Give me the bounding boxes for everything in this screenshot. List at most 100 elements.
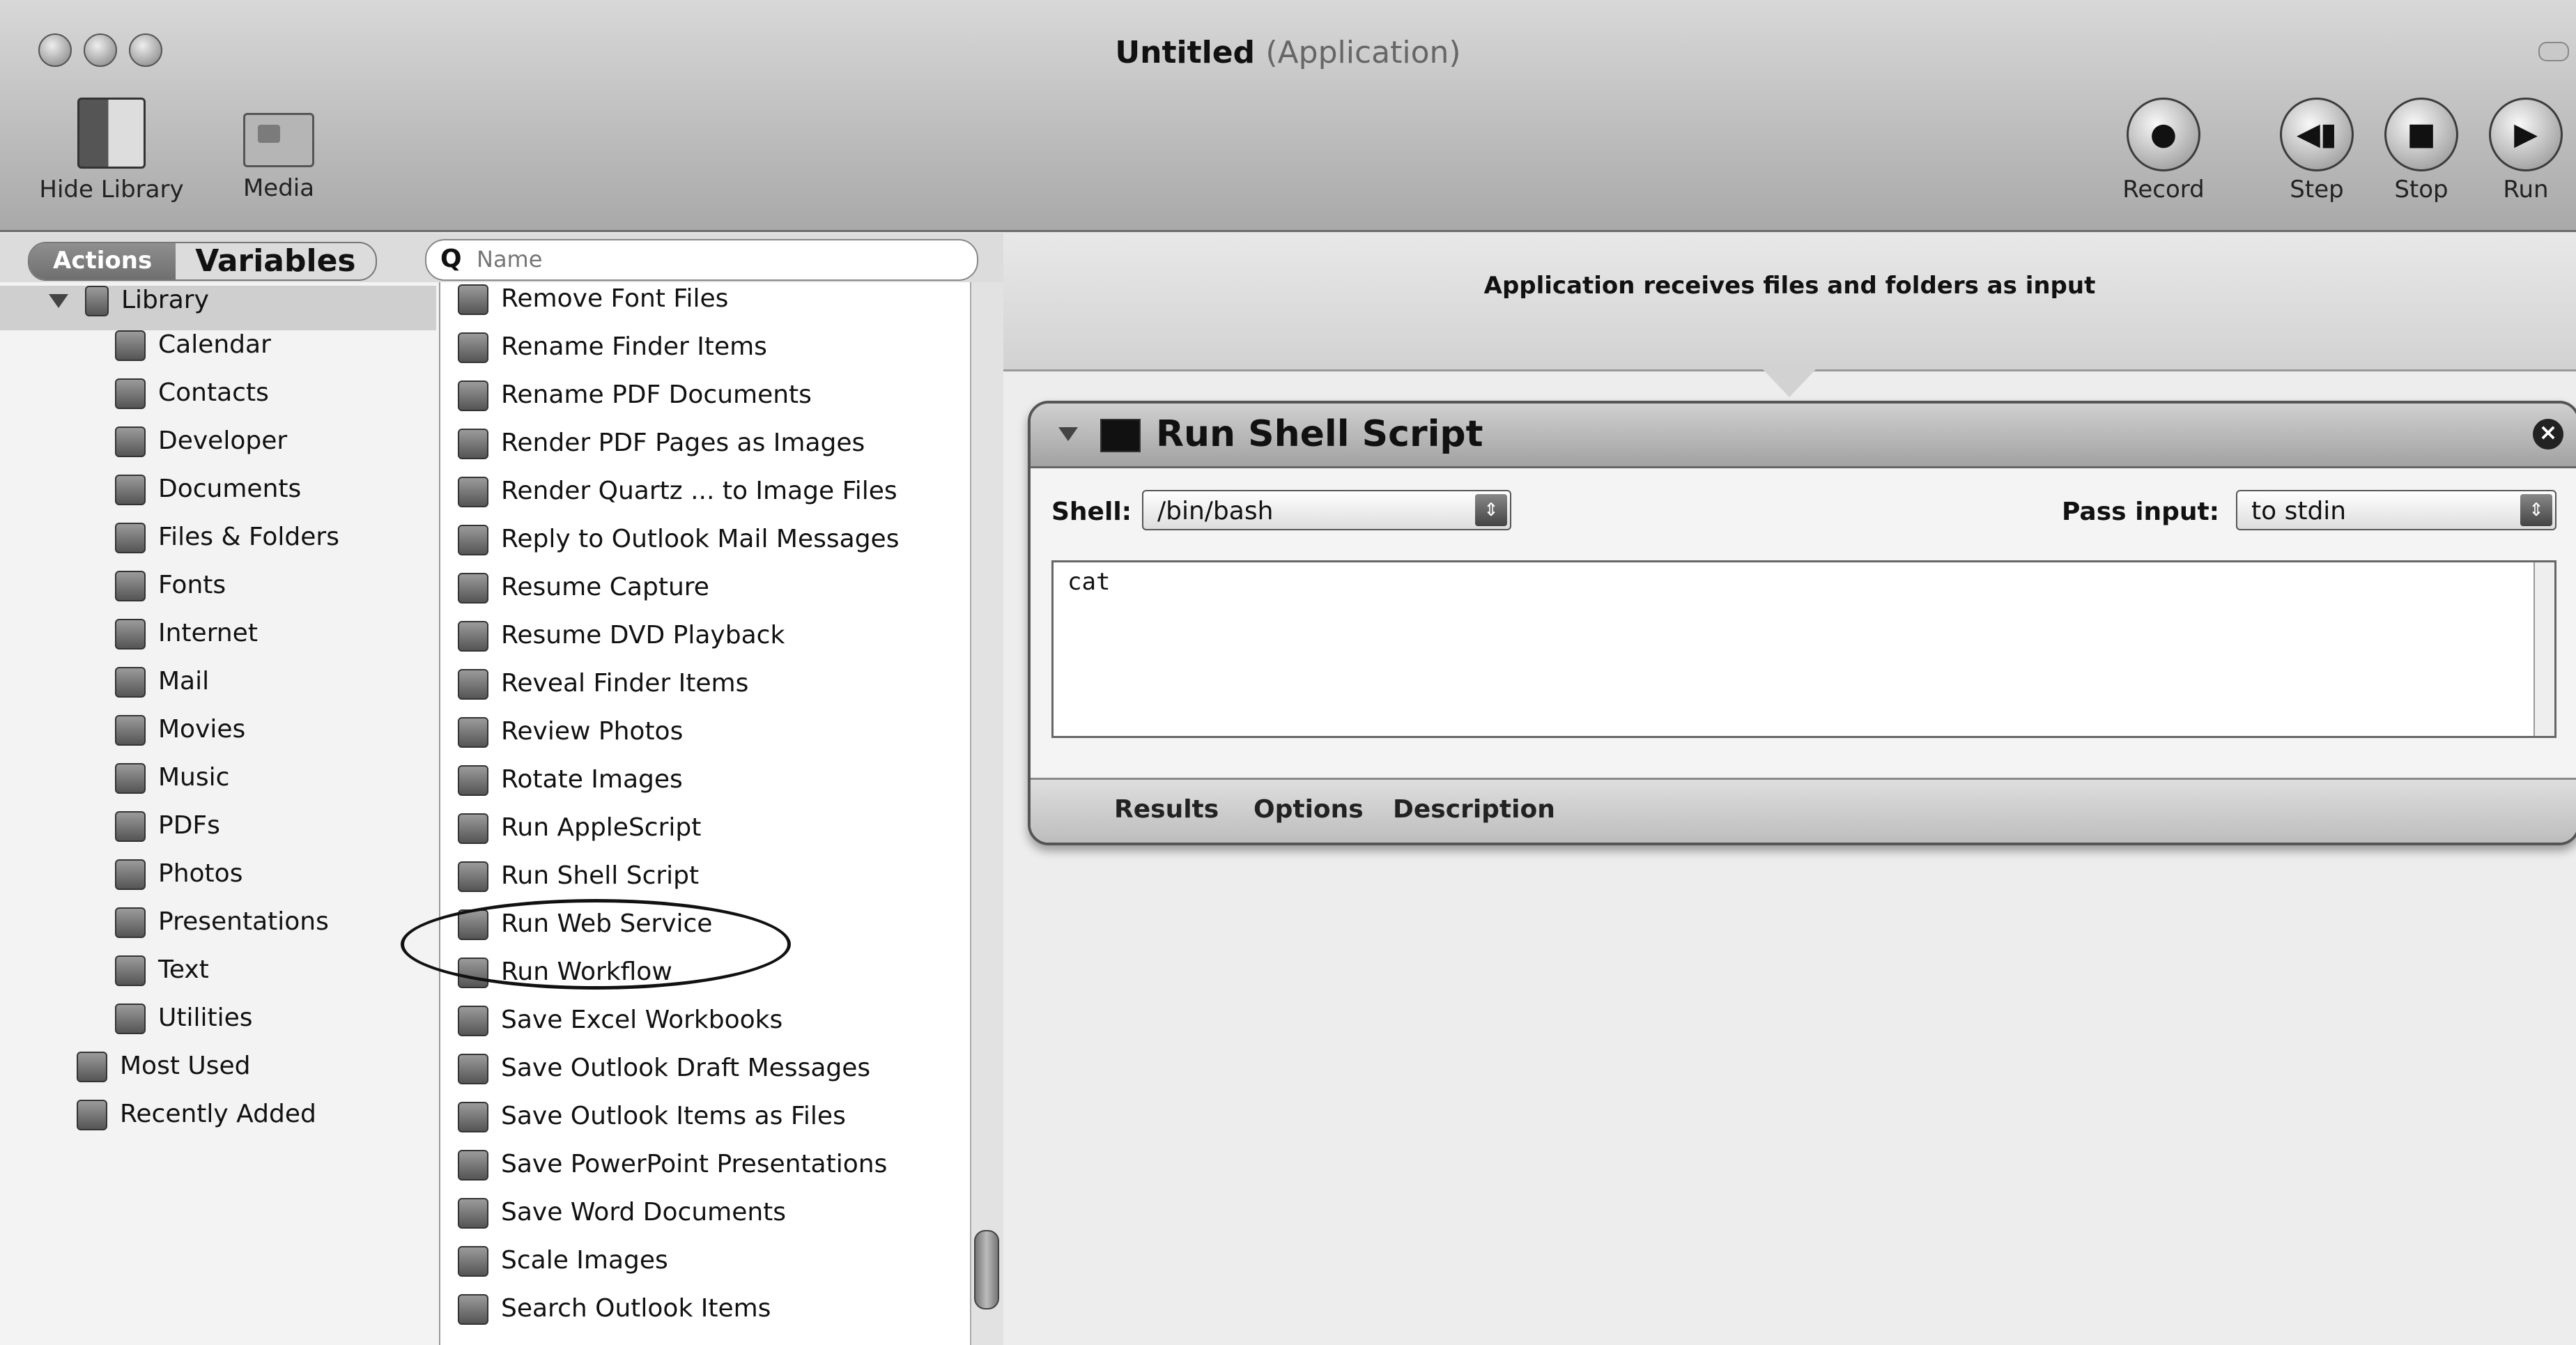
close-icon[interactable]: ×: [2533, 419, 2563, 449]
disclosure-triangle-icon[interactable]: [49, 294, 68, 308]
presentations-icon: [115, 907, 146, 938]
stop-button[interactable]: ■ Stop: [2376, 98, 2467, 203]
scale-images-icon: [458, 1246, 488, 1277]
search-field[interactable]: Q: [425, 239, 978, 281]
toolbar-toggle-button[interactable]: [2538, 42, 2569, 61]
action-item[interactable]: Save Outlook Draft Messages: [458, 1054, 870, 1101]
action-item[interactable]: Rotate Images: [458, 765, 683, 813]
library-item-music[interactable]: Music: [115, 763, 229, 808]
action-item[interactable]: Reveal Finder Items: [458, 669, 748, 716]
library-item-fonts[interactable]: Fonts: [115, 571, 226, 615]
library-item-photos[interactable]: Photos: [115, 859, 242, 904]
action-item-label: Rename Finder Items: [501, 332, 767, 361]
action-item-label: Resume DVD Playback: [501, 621, 785, 650]
action-item[interactable]: Run AppleScript: [458, 813, 701, 861]
shell-select[interactable]: /bin/bash ⇕: [1142, 490, 1511, 530]
library-item-mail[interactable]: Mail: [115, 667, 209, 712]
record-label: Record: [2122, 176, 2205, 203]
library-item-label: Documents: [158, 475, 302, 503]
script-editor[interactable]: cat: [1051, 560, 2556, 738]
library-item-calendar[interactable]: Calendar: [115, 330, 271, 375]
mail-icon: [115, 667, 146, 698]
action-item[interactable]: Rename PDF Documents: [458, 381, 812, 428]
quartz-icon: [458, 477, 488, 507]
tab-description[interactable]: Description: [1393, 795, 1555, 824]
contacts-icon: [115, 378, 146, 409]
stop-icon: ■: [2384, 98, 2458, 171]
media-button[interactable]: Media: [223, 98, 334, 202]
text-icon: [115, 955, 146, 986]
word-icon: [458, 1198, 488, 1229]
script-text[interactable]: cat: [1067, 568, 1110, 596]
step-button[interactable]: ◀▮ Step: [2272, 98, 2362, 203]
library-item-recently-added[interactable]: Recently Added: [77, 1100, 316, 1144]
record-button[interactable]: ● Record: [2111, 98, 2216, 203]
font-file-icon: [458, 284, 488, 315]
action-item-label: Remove Font Files: [501, 284, 729, 313]
workflow-input-banner: Application receives files and folders a…: [1003, 233, 2576, 371]
library-tab-control: Actions Variables: [28, 242, 377, 281]
action-item[interactable]: Render PDF Pages as Images: [458, 429, 865, 476]
action-footer: Results Options Description: [1031, 778, 2576, 843]
script-scrollbar[interactable]: [2533, 562, 2554, 736]
utilities-icon: [115, 1004, 146, 1034]
tab-options[interactable]: Options: [1254, 795, 1364, 824]
action-item[interactable]: Review Photos: [458, 717, 683, 764]
search-input[interactable]: [475, 245, 959, 274]
library-item-internet[interactable]: Internet: [115, 619, 258, 663]
photos-icon: [458, 717, 488, 748]
action-header[interactable]: Run Shell Script ×: [1031, 404, 2576, 468]
run-shell-script-action[interactable]: Run Shell Script × Shell: /bin/bash ⇕ Pa…: [1028, 401, 2576, 845]
shell-label: Shell:: [1051, 498, 1132, 526]
action-item-label: Render Quartz ... to Image Files: [501, 477, 897, 505]
actions-scrollbar[interactable]: [970, 282, 1003, 1345]
library-item-documents[interactable]: Documents: [115, 475, 301, 519]
library-item-developer[interactable]: Developer: [115, 426, 287, 471]
terminal-icon: [458, 861, 488, 892]
library-item-label: Text: [158, 955, 209, 984]
action-item[interactable]: Save Word Documents: [458, 1198, 786, 1245]
tab-actions[interactable]: Actions: [29, 243, 176, 279]
action-item-label: Rename PDF Documents: [501, 381, 812, 409]
action-item[interactable]: Rename Finder Items: [458, 332, 767, 380]
library-item-text[interactable]: Text: [115, 955, 209, 1000]
library-item-most-used[interactable]: Most Used: [77, 1052, 251, 1096]
action-item[interactable]: Resume Capture: [458, 573, 709, 620]
collapse-triangle-icon[interactable]: [1058, 427, 1078, 441]
action-item[interactable]: Save PowerPoint Presentations: [458, 1150, 887, 1197]
action-item[interactable]: Render Quartz ... to Image Files: [458, 477, 897, 524]
action-item[interactable]: Reply to Outlook Mail Messages: [458, 525, 899, 572]
library-item-files-folders[interactable]: Files & Folders: [115, 523, 339, 567]
action-item[interactable]: Save Excel Workbooks: [458, 1006, 782, 1053]
run-button[interactable]: ▶ Run: [2481, 98, 2571, 203]
library-item-utilities[interactable]: Utilities: [115, 1004, 253, 1048]
library-root-item[interactable]: Library: [0, 286, 436, 330]
hide-library-button[interactable]: Hide Library: [28, 98, 195, 203]
workflow-connector: [1763, 369, 1816, 397]
library-item-contacts[interactable]: Contacts: [115, 378, 269, 423]
action-item-label: Render PDF Pages as Images: [501, 429, 865, 457]
tab-results[interactable]: Results: [1114, 795, 1219, 824]
toolbar: Untitled (Application) Hide Library Medi…: [0, 0, 2576, 232]
library-item-presentations[interactable]: Presentations: [115, 907, 329, 952]
action-item[interactable]: Remove Font Files: [458, 284, 728, 332]
workflow-input-text: Application receives files and folders a…: [1483, 272, 2096, 300]
pdf-icon: [115, 811, 146, 842]
library-item-pdfs[interactable]: PDFs: [115, 811, 220, 856]
library-root-label: Library: [121, 286, 209, 314]
media-label: Media: [242, 174, 315, 202]
tab-variables[interactable]: Variables: [176, 243, 375, 279]
finder-icon: [458, 332, 488, 363]
run-icon: ▶: [2489, 98, 2563, 171]
action-item-label: Save Word Documents: [501, 1198, 787, 1227]
action-item[interactable]: Save Outlook Items as Files: [458, 1102, 846, 1149]
action-item[interactable]: Resume DVD Playback: [458, 621, 785, 668]
documents-icon: [115, 475, 146, 505]
action-item[interactable]: Scale Images: [458, 1246, 668, 1293]
hide-library-label: Hide Library: [39, 176, 184, 203]
action-item[interactable]: Search Outlook Items: [458, 1294, 771, 1342]
actions-scrollbar-thumb[interactable]: [974, 1230, 999, 1309]
pass-input-select[interactable]: to stdin ⇕: [2236, 490, 2556, 530]
library-item-movies[interactable]: Movies: [115, 715, 245, 760]
smart-folder-icon: [77, 1052, 107, 1082]
